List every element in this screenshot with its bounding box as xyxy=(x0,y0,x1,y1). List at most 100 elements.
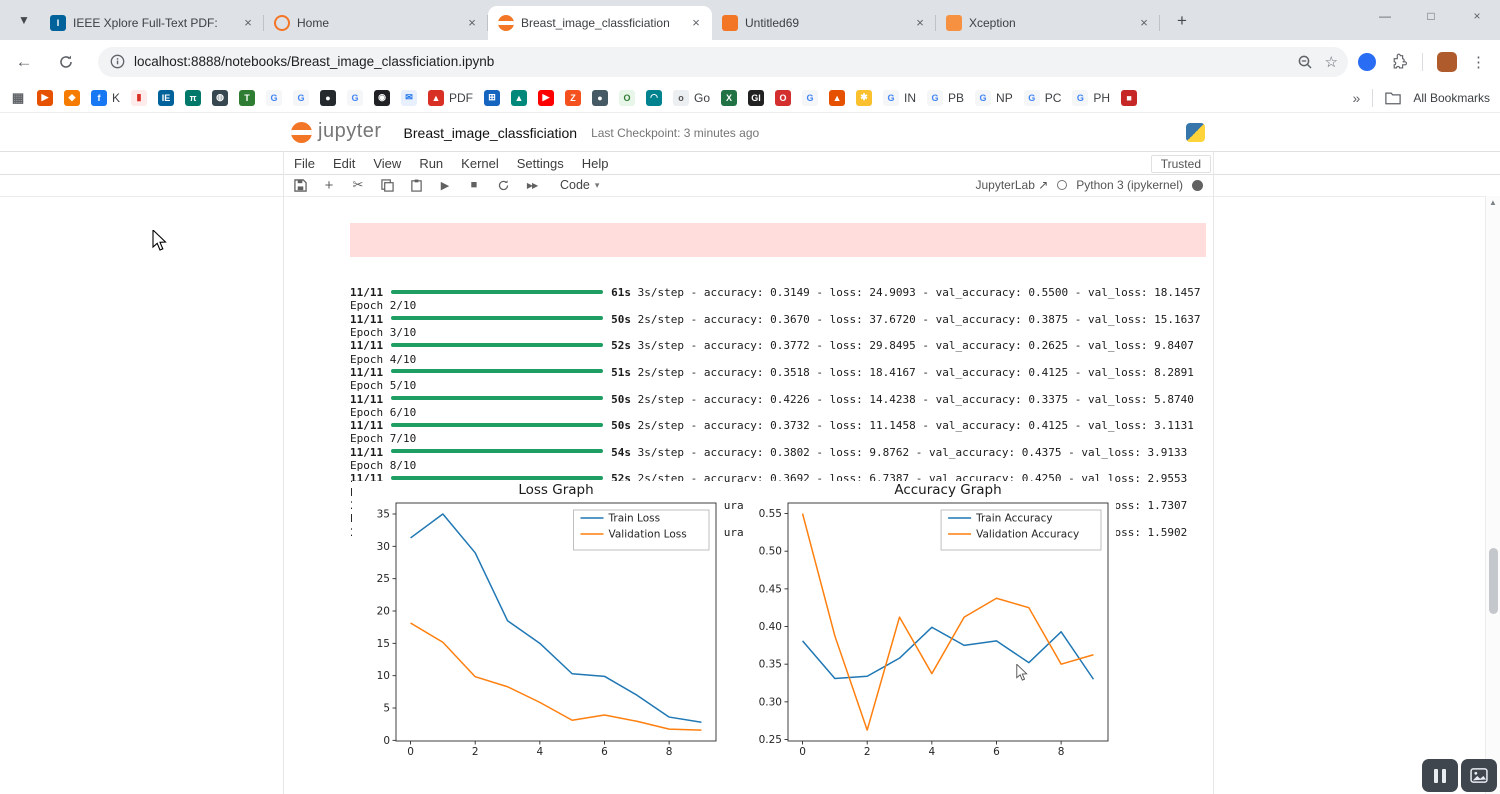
bookmark-item-7[interactable]: π xyxy=(185,90,201,106)
bookmark-favicon: ▦ xyxy=(10,90,26,106)
kernel-name[interactable]: Python 3 (ipykernel) xyxy=(1076,178,1183,192)
tab-search-icon[interactable]: ▼ xyxy=(10,6,38,34)
tab-favicon xyxy=(274,15,290,31)
bookmark-item-1[interactable]: ▦ xyxy=(10,90,26,106)
bookmark-item-20[interactable]: Z xyxy=(565,90,581,106)
bookmark-item-12[interactable]: ● xyxy=(320,90,336,106)
progress-line: 11/1150s 2s/step - accuracy: 0.3670 - lo… xyxy=(350,313,1206,326)
bookmark-item-36[interactable]: ■ xyxy=(1121,90,1137,106)
new-tab-button[interactable]: + xyxy=(1168,7,1196,35)
restart-kernel-icon[interactable] xyxy=(496,177,510,193)
site-info-icon[interactable] xyxy=(110,54,125,69)
cell-type-dropdown[interactable]: Code ▾ xyxy=(560,178,599,192)
run-icon[interactable]: ▶ xyxy=(438,177,452,193)
bookmark-favicon: ◠ xyxy=(646,90,662,106)
copy-icon[interactable] xyxy=(380,177,394,193)
extension-blue-icon[interactable] xyxy=(1358,53,1376,71)
menu-kernel[interactable]: Kernel xyxy=(452,155,508,172)
bookmark-item-26[interactable]: Gl xyxy=(748,90,764,106)
maximize-button[interactable]: □ xyxy=(1408,0,1454,32)
bookmark-item-3[interactable]: ◆ xyxy=(64,90,80,106)
jupyterlab-link[interactable]: JupyterLab ↗ xyxy=(976,178,1049,192)
profile-avatar[interactable] xyxy=(1437,52,1457,72)
bookmark-item-35[interactable]: GPH xyxy=(1072,90,1110,106)
bookmark-item-14[interactable]: ◉ xyxy=(374,90,390,106)
bookmark-item-23[interactable]: ◠ xyxy=(646,90,662,106)
bookmark-item-16[interactable]: ▲PDF xyxy=(428,90,473,106)
svg-text:6: 6 xyxy=(601,746,608,758)
menu-edit[interactable]: Edit xyxy=(324,155,364,172)
browser-tab-2[interactable]: Home × xyxy=(264,6,488,40)
tab-close-icon[interactable]: × xyxy=(688,15,704,31)
bookmark-item-17[interactable]: ⊞ xyxy=(484,90,500,106)
notebook-title[interactable]: Breast_image_classficiation xyxy=(404,125,578,141)
scrollbar-thumb[interactable] xyxy=(1489,548,1498,614)
bookmark-favicon: O xyxy=(775,90,791,106)
extensions-puzzle-icon[interactable] xyxy=(1390,53,1408,71)
bookmark-item-30[interactable]: ✱ xyxy=(856,90,872,106)
bookmark-item-29[interactable]: ▲ xyxy=(829,90,845,106)
bookmark-item-4[interactable]: fK xyxy=(91,90,120,106)
bookmark-item-22[interactable]: O xyxy=(619,90,635,106)
close-button[interactable]: × xyxy=(1454,0,1500,32)
menu-settings[interactable]: Settings xyxy=(508,155,573,172)
trusted-badge[interactable]: Trusted xyxy=(1151,155,1211,173)
bookmark-item-18[interactable]: ▲ xyxy=(511,90,527,106)
screenshot-button[interactable] xyxy=(1461,759,1497,792)
bookmark-item-13[interactable]: G xyxy=(347,90,363,106)
bookmark-item-25[interactable]: X xyxy=(721,90,737,106)
menu-run[interactable]: Run xyxy=(410,155,452,172)
browser-tab-1[interactable]: IIEEE Xplore Full-Text PDF:× xyxy=(40,6,264,40)
bookmark-item-32[interactable]: GPB xyxy=(927,90,964,106)
bookmark-item-27[interactable]: O xyxy=(775,90,791,106)
back-icon[interactable]: ← xyxy=(10,48,38,76)
bookmark-item-34[interactable]: GPC xyxy=(1024,90,1062,106)
bookmark-item-6[interactable]: IE xyxy=(158,90,174,106)
menu-help[interactable]: Help xyxy=(573,155,618,172)
bookmark-item-5[interactable]: ▮ xyxy=(131,90,147,106)
stderr-warning-block: `super().__init__(**kwargs)` in its cons… xyxy=(350,223,1206,257)
bookmark-star-icon[interactable]: ☆ xyxy=(1325,53,1338,71)
url-input[interactable]: localhost:8888/notebooks/Breast_image_cl… xyxy=(98,47,1348,77)
tab-close-icon[interactable]: × xyxy=(464,15,480,31)
bookmark-item-19[interactable]: ▶ xyxy=(538,90,554,106)
save-icon[interactable] xyxy=(293,177,307,193)
browser-tab-3[interactable]: Breast_image_classficiation× xyxy=(488,6,712,40)
menu-file[interactable]: File xyxy=(285,155,324,172)
bookmark-item-2[interactable]: ▶ xyxy=(37,90,53,106)
page-scrollbar[interactable]: ▲ xyxy=(1485,196,1500,794)
reload-icon[interactable] xyxy=(52,48,80,76)
bookmarks-overflow-icon[interactable]: » xyxy=(1353,90,1361,106)
tab-title: Home xyxy=(297,16,457,30)
browser-menu-icon[interactable]: ⋮ xyxy=(1471,53,1486,71)
cut-icon[interactable]: ✂ xyxy=(351,177,365,193)
bookmark-item-10[interactable]: G xyxy=(266,90,282,106)
bookmark-item-15[interactable]: ✉ xyxy=(401,90,417,106)
bookmark-item-8[interactable]: ◍ xyxy=(212,90,228,106)
bookmark-item-31[interactable]: GIN xyxy=(883,90,916,106)
menu-view[interactable]: View xyxy=(364,155,410,172)
bookmark-item-24[interactable]: oGo xyxy=(673,90,710,106)
minimize-button[interactable]: — xyxy=(1362,0,1408,32)
jupyter-brand: jupyter xyxy=(318,120,382,143)
insert-cell-icon[interactable]: + xyxy=(322,177,336,193)
bookmark-item-21[interactable]: ● xyxy=(592,90,608,106)
all-bookmarks-button[interactable]: All Bookmarks xyxy=(1413,91,1490,105)
epoch-header: Epoch 3/10 xyxy=(350,326,1206,339)
tab-close-icon[interactable]: × xyxy=(240,15,256,31)
scroll-up-icon[interactable]: ▲ xyxy=(1486,198,1500,207)
bookmark-item-28[interactable]: G xyxy=(802,90,818,106)
svg-text:0: 0 xyxy=(799,746,806,758)
browser-tab-5[interactable]: Xception× xyxy=(936,6,1160,40)
pause-button[interactable] xyxy=(1422,759,1458,792)
bookmark-item-11[interactable]: G xyxy=(293,90,309,106)
zoom-icon[interactable] xyxy=(1297,54,1313,70)
tab-close-icon[interactable]: × xyxy=(1136,15,1152,31)
stop-icon[interactable]: ■ xyxy=(467,177,481,193)
restart-run-all-icon[interactable]: ▶▶ xyxy=(525,177,539,193)
browser-tab-4[interactable]: Untitled69× xyxy=(712,6,936,40)
tab-close-icon[interactable]: × xyxy=(912,15,928,31)
bookmark-item-9[interactable]: T xyxy=(239,90,255,106)
bookmark-item-33[interactable]: GNP xyxy=(975,90,1013,106)
paste-icon[interactable] xyxy=(409,177,423,193)
